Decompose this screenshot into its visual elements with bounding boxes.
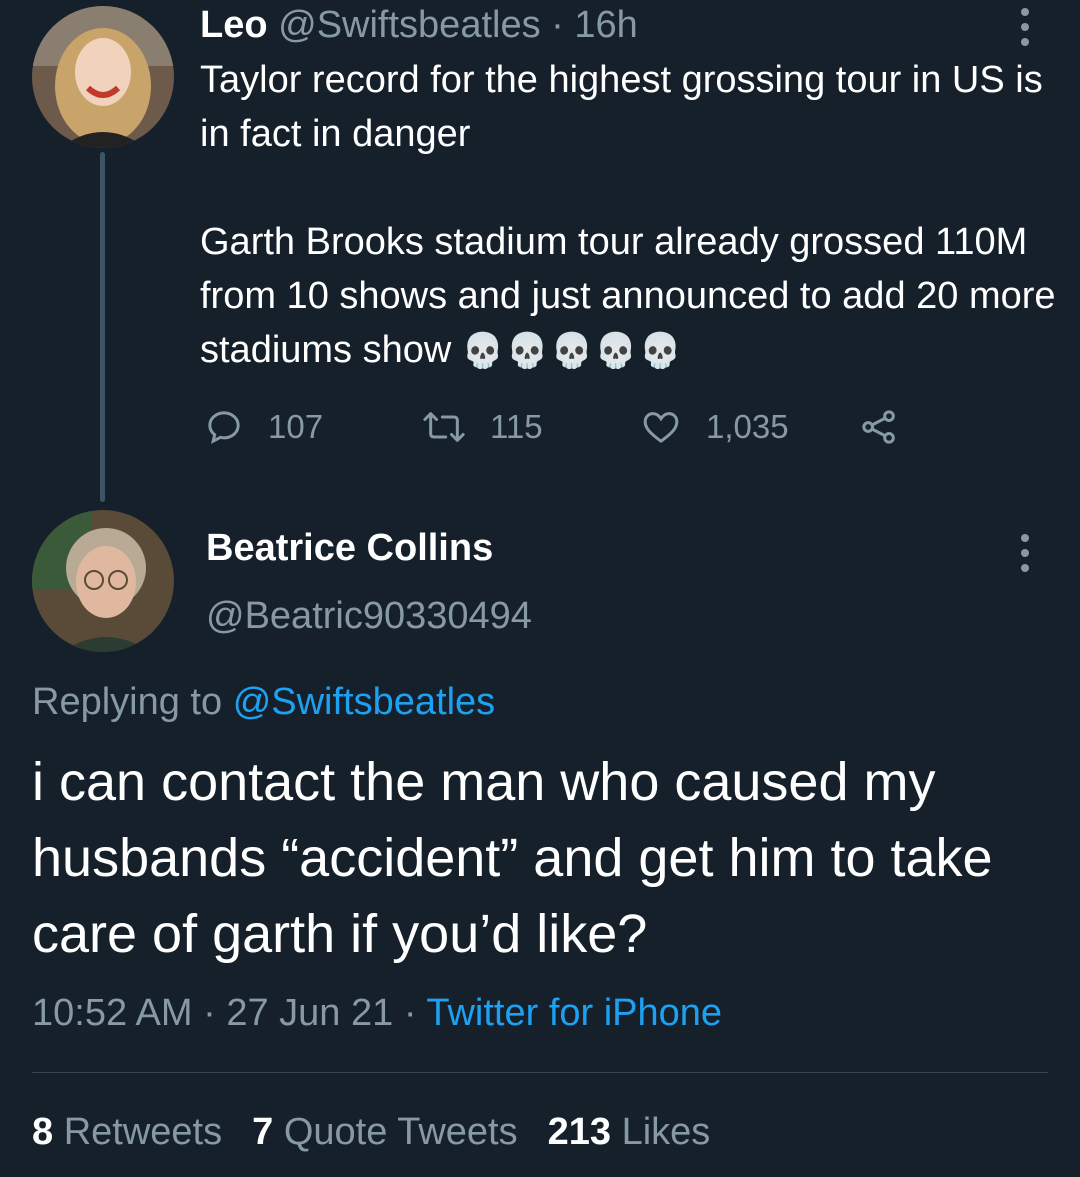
replying-to-label: Replying to xyxy=(32,681,223,723)
retweet-icon xyxy=(423,412,465,442)
retweet-count: 115 xyxy=(490,408,543,445)
tweet-meta: 10:52 AM · 27 Jun 21 · Twitter for iPhon… xyxy=(32,988,722,1038)
like-button[interactable]: 1,035 xyxy=(640,402,789,452)
header-separator: · xyxy=(551,4,564,46)
author-handle[interactable]: @Swiftsbeatles xyxy=(278,4,540,46)
beatrice-avatar[interactable] xyxy=(32,510,174,652)
author-name[interactable]: Leo xyxy=(200,4,268,46)
retweets-label: Retweets xyxy=(63,1111,223,1153)
meta-separator: · xyxy=(203,992,216,1034)
retweet-button[interactable]: 115 xyxy=(422,402,543,452)
skull-emoji: 💀💀💀💀💀 xyxy=(461,331,684,371)
reply-author-handle[interactable]: @Beatric90330494 xyxy=(206,592,532,640)
reply-count: 107 xyxy=(268,408,324,445)
quote-tweets-stat[interactable]: 7 Quote Tweets xyxy=(252,1111,517,1153)
share-button[interactable] xyxy=(858,402,900,452)
more-options-icon[interactable] xyxy=(1020,8,1030,46)
reply-more-options-icon[interactable] xyxy=(1020,534,1030,572)
meta-separator-2: · xyxy=(403,992,417,1034)
reply-author-name[interactable]: Beatrice Collins xyxy=(206,524,493,572)
leo-avatar[interactable] xyxy=(32,6,174,148)
tweet-text: Taylor record for the highest grossing t… xyxy=(200,53,1060,378)
reply-button[interactable]: 107 xyxy=(204,402,323,452)
divider xyxy=(32,1072,1048,1073)
reply-tweet-text: i can contact the man who caused my husb… xyxy=(32,752,993,964)
likes-count: 213 xyxy=(547,1111,611,1153)
retweets-stat[interactable]: 8 Retweets xyxy=(32,1111,222,1153)
tweet-text-paragraph-2: Garth Brooks stadium tour already grosse… xyxy=(200,221,1056,371)
likes-label: Likes xyxy=(621,1111,711,1153)
tweet-actions: 107 115 1,035 xyxy=(204,402,924,452)
quote-tweets-label: Quote Tweets xyxy=(283,1111,518,1153)
quote-tweets-count: 7 xyxy=(252,1111,274,1153)
tweet-text-paragraph-1: Taylor record for the highest grossing t… xyxy=(200,59,1043,155)
retweets-count: 8 xyxy=(32,1111,54,1153)
tweet-time-ago[interactable]: 16h xyxy=(574,4,637,46)
replying-to-handle-link[interactable]: @Swiftsbeatles xyxy=(233,681,495,723)
likes-stat[interactable]: 213 Likes xyxy=(548,1111,711,1153)
replying-to: Replying to @Swiftsbeatles xyxy=(32,678,495,726)
tweet-date[interactable]: 27 Jun 21 xyxy=(226,992,393,1034)
share-icon xyxy=(862,410,895,444)
thread-connector-line xyxy=(100,152,105,502)
tweet-source-link[interactable]: Twitter for iPhone xyxy=(426,992,722,1034)
tweet-time[interactable]: 10:52 AM xyxy=(32,992,193,1034)
reply-icon xyxy=(208,411,240,445)
heart-icon xyxy=(643,412,679,444)
engagement-stats: 8 Retweets 7 Quote Tweets 213 Likes xyxy=(32,1106,710,1158)
tweet-header: Leo @Swiftsbeatles · 16h xyxy=(200,2,638,48)
like-count: 1,035 xyxy=(706,408,789,445)
